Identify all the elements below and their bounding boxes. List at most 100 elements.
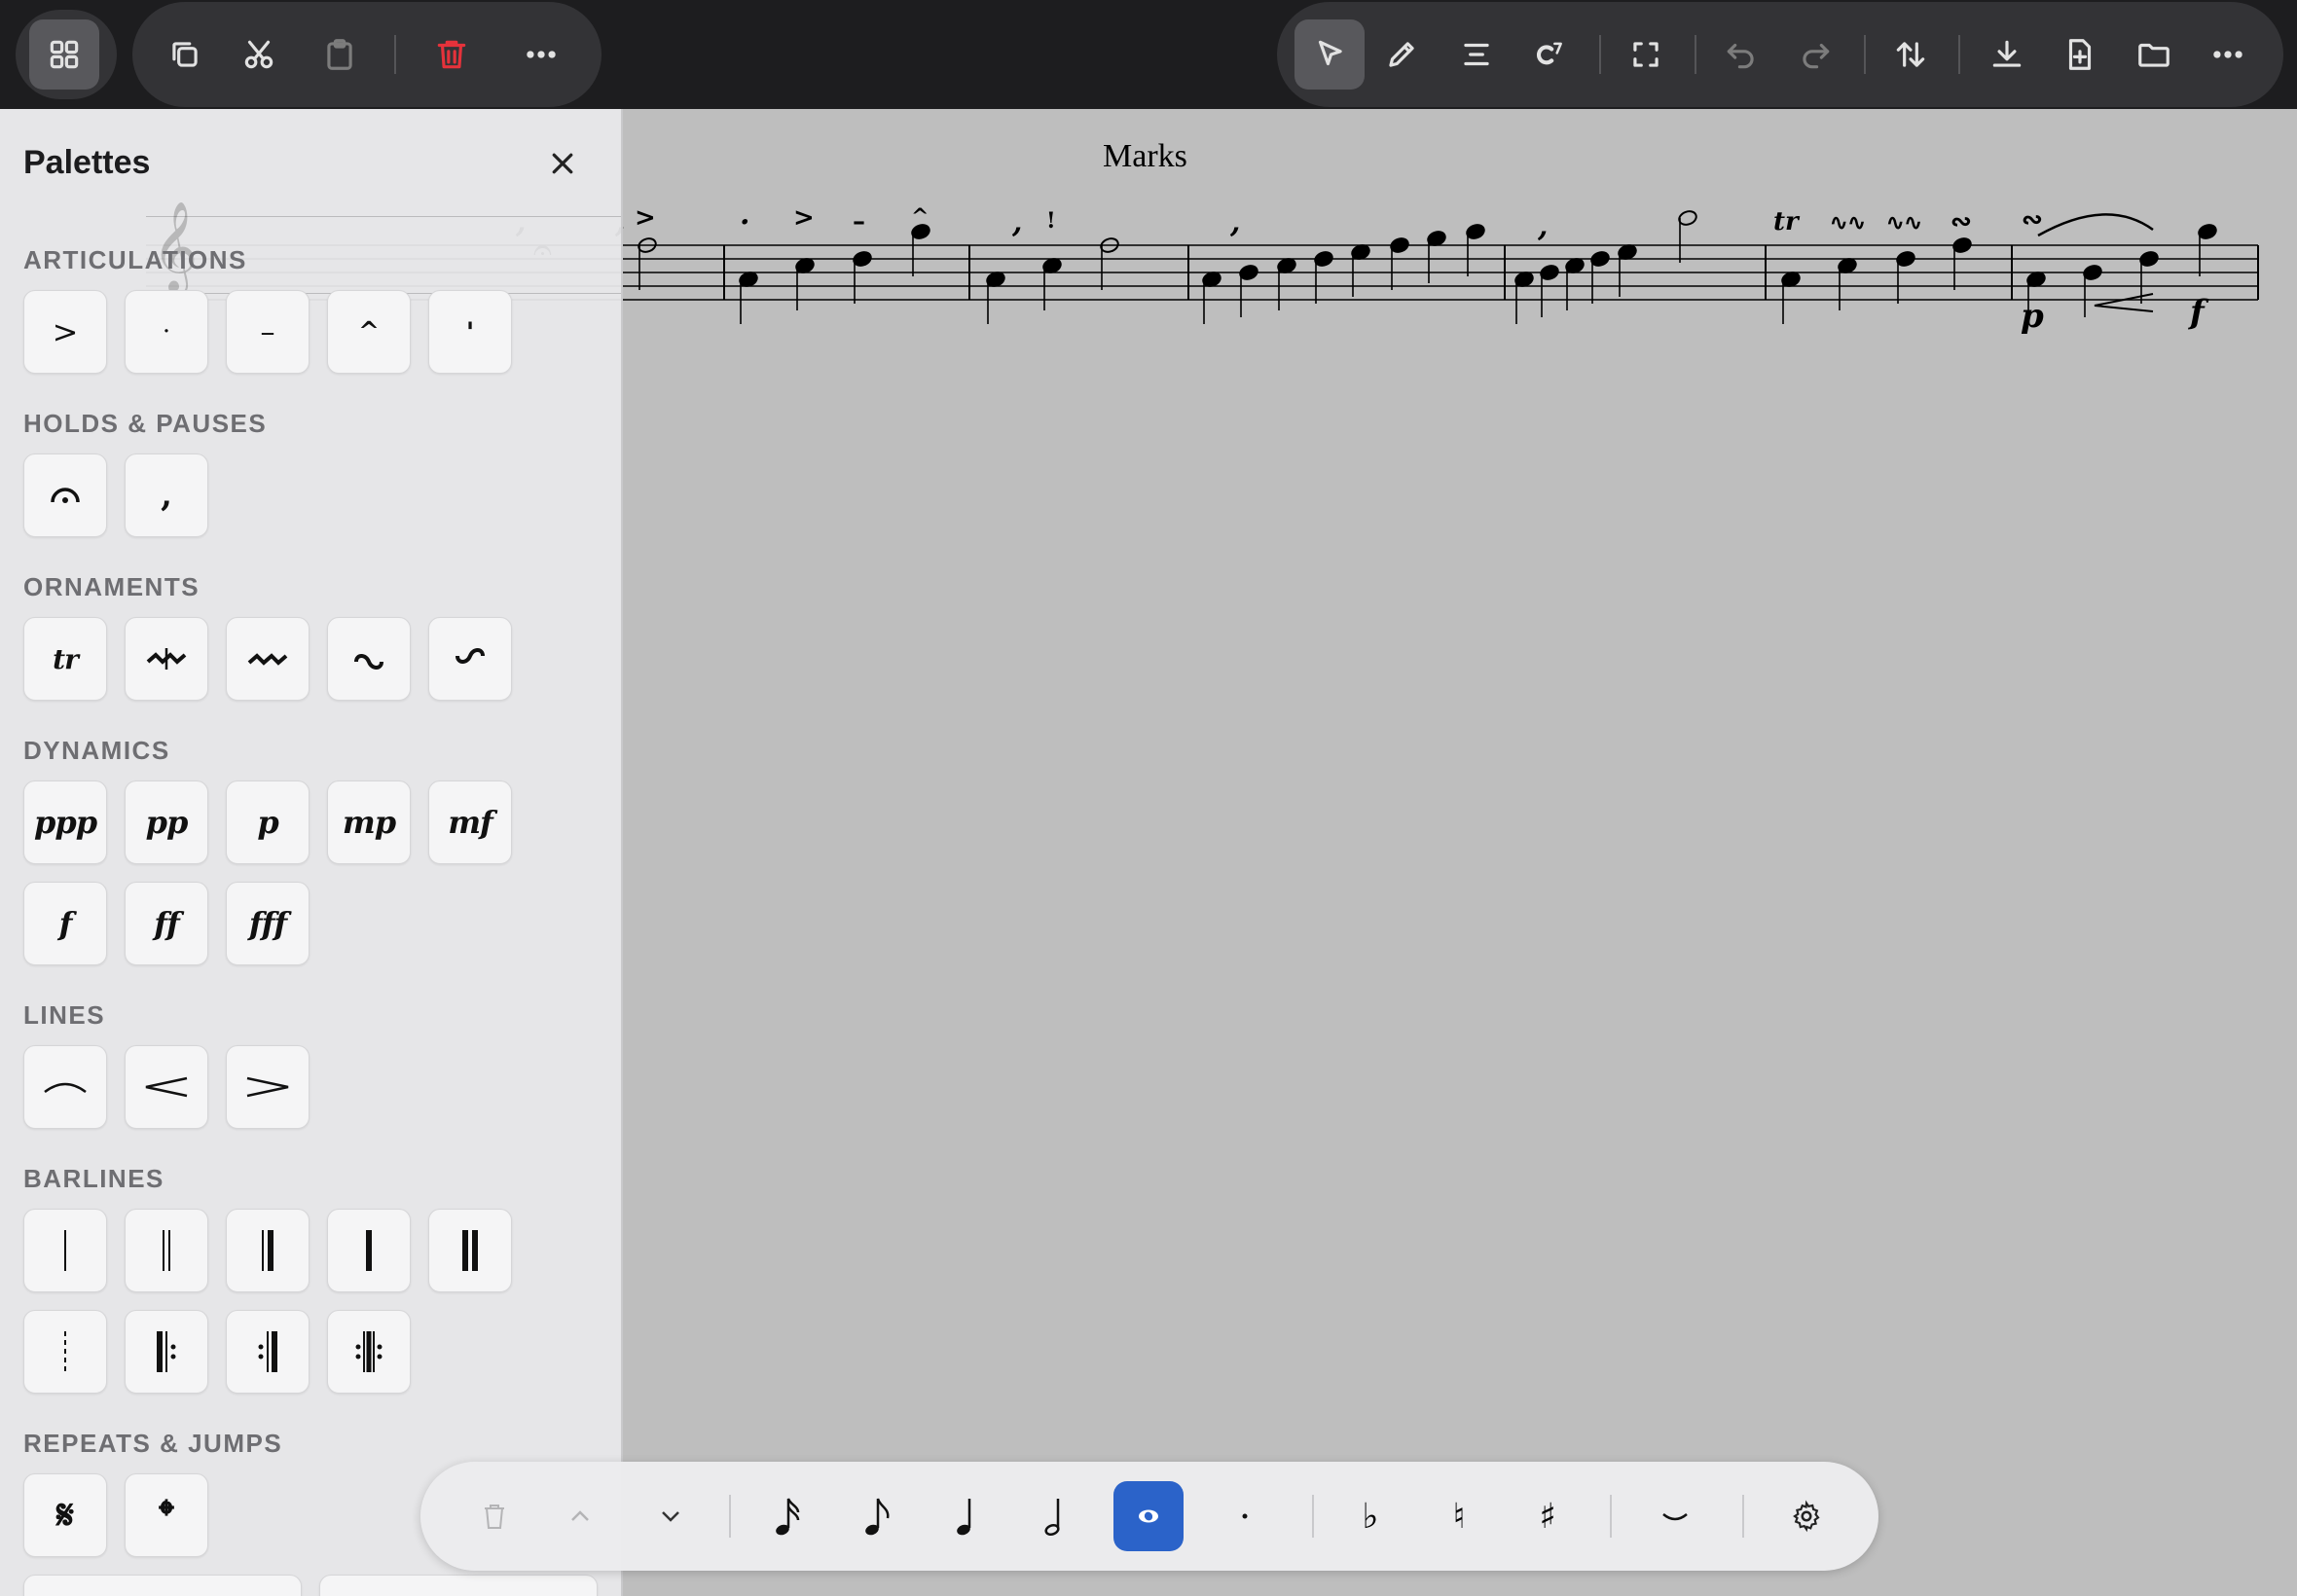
palette-more-item[interactable] [319,1575,598,1596]
whole-note-button[interactable] [1113,1481,1184,1551]
palette-barline-heavy[interactable] [327,1209,411,1292]
pencil-icon [1389,42,1414,67]
palettes-close-button[interactable] [541,142,584,185]
palette-dynamic-p[interactable]: p [226,780,310,864]
palette-trill[interactable]: tr [23,617,107,701]
new-file-button[interactable] [2045,19,2115,90]
note-input-toolbar: ♭ ♮ ♯ [420,1462,1878,1571]
half-note-button[interactable] [1021,1481,1091,1551]
score-mark-marcato: ^ [911,204,929,230]
flat-button[interactable]: ♭ [1335,1481,1405,1551]
palette-end-start-repeat[interactable] [327,1310,411,1394]
settings-button[interactable] [1771,1481,1841,1551]
delete-button[interactable] [417,19,487,90]
accent-icon: > [52,313,79,350]
sixteenth-note-button[interactable] [753,1481,823,1551]
tenuto-icon: – [260,314,275,349]
barline-heavy-icon [366,1230,372,1271]
inverted-mordent-icon [247,653,288,666]
palette-start-repeat[interactable] [125,1310,208,1394]
segno-icon: 𝄋 [55,1491,75,1539]
pitch-down-button[interactable] [636,1481,706,1551]
quarter-note-button[interactable] [932,1481,1003,1551]
tie-button[interactable] [1640,1481,1710,1551]
toolbar-separator [1742,1495,1744,1538]
palette-breath-mark[interactable]: , [125,453,208,537]
palettes-toggle-button[interactable] [29,19,99,90]
palette-dynamic-ppp[interactable]: ppp [23,780,107,864]
palette-dynamic-mp[interactable]: mp [327,780,411,864]
copy-button[interactable] [150,19,220,90]
download-button[interactable] [1972,19,2042,90]
chevron-down-icon [662,1511,679,1522]
sharp-button[interactable]: ♯ [1513,1481,1583,1551]
augmentation-dot-button[interactable] [1210,1481,1280,1551]
dynamic-p-label: p [257,804,278,841]
more-actions-button[interactable] [506,19,576,90]
more-options-button[interactable] [2193,19,2263,90]
palette-diminuendo[interactable] [226,1045,310,1129]
pitch-up-button[interactable] [545,1481,615,1551]
barline-double-icon [163,1230,170,1271]
toolbar-separator [1958,35,1960,74]
redo-button[interactable] [1780,19,1850,90]
undo-button[interactable] [1706,19,1776,90]
palette-more-item[interactable] [23,1575,302,1596]
delete-note-button[interactable] [459,1481,529,1551]
palette-barline-final[interactable] [226,1209,310,1292]
fullscreen-icon [1633,42,1659,67]
paste-button[interactable] [305,19,375,90]
palette-crescendo[interactable] [125,1045,208,1129]
palette-dynamic-ff[interactable]: ff [125,882,208,965]
score-dynamic-p: p [2021,297,2044,336]
palette-turn[interactable] [327,617,411,701]
palette-dynamic-mf[interactable]: mf [428,780,512,864]
score-mark-turn: ∾ [2022,205,2043,235]
palette-accent[interactable]: > [23,290,107,374]
palette-dynamic-fff[interactable]: fff [226,882,310,965]
palette-barline-dashed[interactable] [23,1310,107,1394]
palettes-panel: Palettes 𝄞 ARTICULATIONS > · – ^ ' HOLDS… [0,109,623,1596]
palette-end-repeat[interactable] [226,1310,310,1394]
natural-button[interactable]: ♮ [1424,1481,1494,1551]
dynamic-mp-label: mp [342,804,396,841]
trill-icon: tr [53,642,79,675]
palette-tenuto[interactable]: – [226,290,310,374]
palette-marcato[interactable]: ^ [327,290,411,374]
dynamic-f-label: f [58,905,73,942]
coda-icon: 𝄌 [159,1491,174,1539]
palette-barline-heavy-double[interactable] [428,1209,512,1292]
palette-dynamic-f[interactable]: f [23,882,107,965]
chord-symbol-button[interactable] [1513,19,1584,90]
eighth-note-button[interactable] [843,1481,913,1551]
score-mark-tenuto: – [853,207,865,236]
palette-dynamic-pp[interactable]: pp [125,780,208,864]
palette-barline-single[interactable] [23,1209,107,1292]
select-tool-button[interactable] [1294,19,1365,90]
slur-icon [44,1082,87,1094]
inverted-turn-icon [456,648,485,664]
palette-inverted-mordent[interactable] [226,617,310,701]
palette-staccato[interactable]: · [125,290,208,374]
palette-inverted-turn[interactable] [428,617,512,701]
palette-barline-double[interactable] [125,1209,208,1292]
tie-icon [1662,1513,1688,1521]
palette-coda[interactable]: 𝄌 [125,1473,208,1557]
score-mark-mordent: ∿∿ [1886,210,1922,236]
redo-icon [1803,43,1830,69]
transpose-button[interactable] [1876,19,1946,90]
palette-staccatissimo[interactable]: ' [428,290,512,374]
palette-slur[interactable] [23,1045,107,1129]
palette-segno[interactable]: 𝄋 [23,1473,107,1557]
section-header-lines: LINES [23,1000,106,1030]
open-folder-button[interactable] [2119,19,2189,90]
palette-fermata[interactable] [23,453,107,537]
staccatissimo-icon: ' [465,315,475,348]
cut-button[interactable] [224,19,294,90]
fullscreen-button[interactable] [1611,19,1681,90]
barline-heavy-double-icon [462,1230,478,1271]
align-button[interactable] [1441,19,1512,90]
pencil-tool-button[interactable] [1367,19,1437,90]
chevron-up-icon [571,1510,589,1521]
palette-mordent[interactable] [125,617,208,701]
